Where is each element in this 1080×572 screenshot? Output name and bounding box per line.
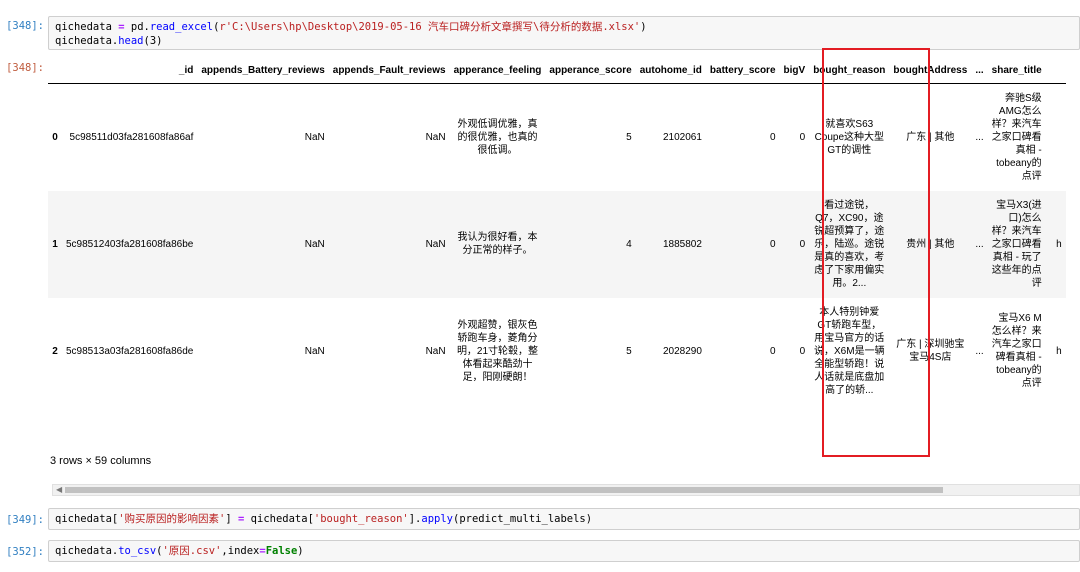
table-cell-appends-fault-reviews: NaN [425, 345, 446, 357]
code-token: head [118, 35, 144, 47]
table-cell-share-title: 宝马X3(进口)怎么样？来汽车之家口碑看真相 - 玩了这些年的点评 [991, 199, 1042, 289]
table-cell-bigv: 0 [799, 345, 806, 357]
code-token: r'C:\Users\hp\Desktop\2019-05-16 汽车口碑分析文… [219, 21, 641, 33]
input-prompt-348: [348]: [6, 20, 44, 32]
code-text: qichedata = pd.read_excel(r'C:\Users\hp\… [55, 21, 647, 47]
code-token: ) [297, 545, 304, 557]
table-cell-appends-battery-reviews: NaN [304, 238, 325, 250]
code-token: to_csv [118, 545, 157, 557]
code-token: (3) [143, 35, 163, 47]
row-index: 1 [52, 238, 58, 250]
code-cell-352[interactable]: qichedata.to_csv('原因.csv',index=False) [48, 540, 1080, 562]
table-cell-extra [1046, 84, 1066, 191]
column-header: autohome_id [635, 58, 706, 84]
code-token: qichedata [55, 21, 119, 33]
column-header: apperance_feeling [449, 58, 546, 84]
table-cell-appends-battery-reviews: NaN [304, 345, 325, 357]
table-cell-share-title: 宝马X6 M怎么样？来汽车之家口碑看真相 - tobeany的点评 [991, 313, 1042, 389]
code-token: qichedata[ [55, 513, 119, 525]
column-header: appends_Fault_reviews [328, 58, 450, 84]
table-cell-apperance-feeling: 外观超赞，银灰色轿跑车身，菱角分明，21寸轮毂，整体看起来酷劲十足，阳刚硬朗！ [456, 319, 539, 383]
table-cell--id: 5c98511d03fa281608fa86af [69, 131, 194, 143]
dataframe-shape: 3 rows × 59 columns [50, 455, 152, 467]
table-cell-autohome-id: 1885802 [662, 238, 702, 250]
table-cell-autohome-id: 2102061 [662, 131, 702, 143]
row-index: 2 [52, 345, 58, 357]
table-cell-bigv: 0 [799, 238, 806, 250]
code-token: '原因.csv' [162, 545, 222, 557]
table-cell-battery-score: 0 [769, 238, 776, 250]
column-header: apperance_score [545, 58, 636, 84]
table-cell-apperance-score: 4 [626, 238, 632, 250]
column-header: battery_score [705, 58, 780, 84]
table-cell-dots: ... [975, 238, 984, 250]
table-cell-apperance-feeling: 外观低调优雅，真的很优雅，也真的很低调。 [457, 118, 538, 156]
table-cell-appends-fault-reviews: NaN [425, 238, 446, 250]
table-cell-dots: ... [975, 131, 984, 143]
code-text: qichedata['购买原因的影响因素'] = qichedata['boug… [55, 513, 592, 525]
code-token: read_excel [149, 21, 214, 33]
scrollbar-thumb[interactable] [65, 487, 943, 493]
horizontal-scrollbar[interactable]: ◀ [52, 484, 1080, 496]
code-token: 'bought_reason' [313, 513, 409, 525]
column-header: share_title [987, 58, 1046, 84]
table-cell--id: 5c98512403fa281608fa86be [66, 238, 194, 250]
table-cell-apperance-score: 5 [626, 345, 632, 357]
code-cell-349[interactable]: qichedata['购买原因的影响因素'] = qichedata['boug… [48, 508, 1080, 530]
code-text: qichedata.to_csv('原因.csv',index=False) [55, 545, 304, 557]
code-token: False [265, 545, 298, 557]
code-token: pd. [124, 21, 150, 33]
column-header: bigV [779, 58, 810, 84]
highlight-box [822, 48, 930, 457]
table-cell-apperance-feeling: 我认为很好看，本分正常的样子。 [457, 232, 538, 256]
table-cell-extra: h [1056, 238, 1062, 250]
table-cell-battery-score: 0 [769, 131, 776, 143]
input-prompt-349: [349]: [6, 514, 44, 526]
table-cell-extra: h [1056, 345, 1062, 357]
column-header: appends_Battery_reviews [197, 58, 329, 84]
table-cell-appends-battery-reviews: NaN [304, 131, 325, 143]
table-cell-apperance-score: 5 [626, 131, 632, 143]
table-cell-dots: ... [975, 345, 984, 357]
triangle-left-icon[interactable]: ◀ [56, 485, 62, 495]
code-token: ,index [221, 545, 260, 557]
code-token: qichedata[ [244, 513, 314, 525]
table-cell-share-title: 奔驰S级 AMG怎么样？来汽车之家口碑看真相 - tobeany的点评 [991, 92, 1042, 182]
output-prompt-348: [348]: [6, 62, 44, 74]
code-token: ] [225, 513, 239, 525]
table-cell-appends-fault-reviews: NaN [425, 131, 446, 143]
column-header [1045, 58, 1066, 84]
column-header: _id [62, 58, 198, 84]
code-cell-348[interactable]: qichedata = pd.read_excel(r'C:\Users\hp\… [48, 16, 1080, 50]
table-cell--id: 5c98513a03fa281608fa86de [66, 345, 194, 357]
code-token: ]. [408, 513, 422, 525]
code-token: qichedata. [55, 545, 119, 557]
table-cell-bigv: 0 [799, 131, 806, 143]
column-header-ellipsis: ... [971, 58, 988, 84]
code-token: '购买原因的影响因素' [118, 513, 226, 525]
input-prompt-352: [352]: [6, 546, 44, 558]
table-cell-autohome-id: 2028290 [662, 345, 702, 357]
column-header [48, 58, 62, 84]
code-token: (predict_multi_labels) [453, 513, 593, 525]
table-cell-battery-score: 0 [769, 345, 776, 357]
row-index: 0 [52, 131, 58, 143]
code-token: apply [421, 513, 453, 525]
